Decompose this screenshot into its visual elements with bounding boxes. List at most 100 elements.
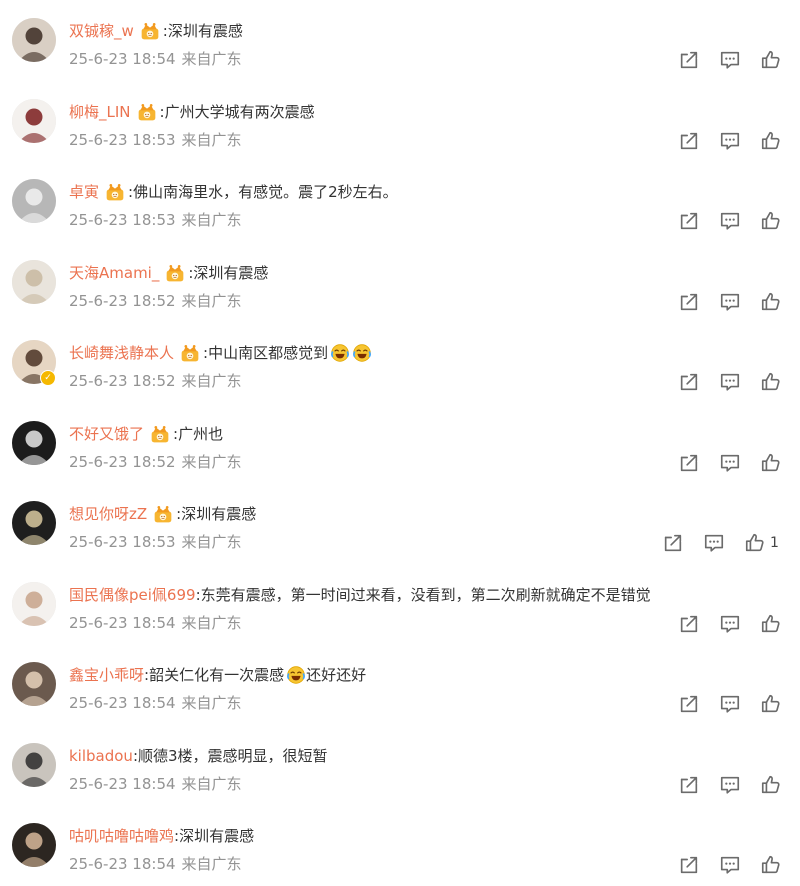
thumbs-up-icon[interactable] [760,291,782,313]
comment-icon[interactable] [719,291,741,313]
like-count: 1 [770,535,779,551]
location-source: 来自广东 [181,452,242,471]
user-avatar[interactable] [12,420,56,465]
share-icon[interactable] [678,130,700,152]
user-avatar[interactable] [12,742,56,787]
comment-icon[interactable] [719,452,741,474]
laugh-cry-emoji [352,343,372,363]
comment-meta: 25-6-23 18:52 来自广东 [69,371,242,391]
share-icon[interactable] [678,210,700,232]
share-icon[interactable] [662,532,684,554]
location-source: 来自广东 [181,50,242,68]
comment-text-continued: 还好还好 [306,666,367,684]
user-avatar[interactable] [12,259,56,304]
timestamp: 25-6-23 18:54 [69,855,176,873]
thumbs-up-icon[interactable] [760,693,782,715]
username-link[interactable]: 想见你呀zZ [69,503,147,525]
username-link[interactable]: 柳梅_LIN [69,101,131,123]
comment-icon[interactable] [719,49,741,71]
username-link[interactable]: 不好又饿了 [69,423,144,445]
timestamp: 25-6-23 18:53 [69,130,176,149]
user-avatar[interactable] [12,662,56,706]
user-avatar[interactable] [12,98,56,143]
location-source: 来自广东 [181,855,242,873]
vip-crown-icon [180,343,200,363]
username-link[interactable]: 国民偶像pei佩699 [69,584,196,606]
timestamp: 25-6-23 18:53 [69,211,176,229]
laugh-cry-emoji [330,343,350,363]
vip-crown-icon [105,182,125,202]
thumbs-up-icon[interactable] [760,210,782,232]
comment-icon[interactable] [719,774,741,796]
share-icon[interactable] [678,291,700,313]
comment-item: 想见你呀zZ:深圳有震感 25-6-23 18:53 来自广东 1 [0,483,800,563]
comment-item: 咕叽咕噜咕噜鸡:深圳有震感 25-6-23 18:54 来自广东 [0,805,800,885]
timestamp: 25-6-23 18:52 [69,452,176,471]
username-link[interactable]: 双铖稼_w [69,20,134,42]
comment-body: 不好又饿了:广州也 [69,423,223,445]
username-link[interactable]: 咕叽咕噜咕噜鸡 [69,825,174,847]
share-icon[interactable] [678,854,700,876]
comment-icon[interactable] [719,854,741,876]
username-link[interactable]: 长崎舞浅静本人 [69,342,174,364]
comment-meta: 25-6-23 18:52 来自广东 [69,291,242,311]
comment-actions [678,693,800,715]
username-link[interactable]: 鑫宝小乖呀 [69,664,144,686]
comment-actions [678,371,800,393]
share-icon[interactable] [678,613,700,635]
user-avatar[interactable] [12,581,56,626]
verified-badge-icon: ✓ [40,370,56,386]
comment-meta: 25-6-23 18:54 来自广东 [69,49,242,69]
share-icon[interactable] [678,774,700,796]
thumbs-up-icon[interactable] [760,854,782,876]
username-link[interactable]: kilbadou [69,745,133,767]
vip-crown-icon [165,263,185,283]
comment-icon[interactable] [719,130,741,152]
timestamp: 25-6-23 18:54 [69,613,176,632]
comment-meta: 25-6-23 18:54 来自广东 [69,854,242,874]
comment-icon[interactable] [719,613,741,635]
timestamp: 25-6-23 18:54 [69,694,176,712]
comment-item: 柳梅_LIN :广州大学城有两次震感 25-6-23 18:53 来自广东 [0,81,800,161]
comment-icon[interactable] [719,693,741,715]
user-avatar[interactable] [12,501,56,545]
share-icon[interactable] [678,452,700,474]
share-icon[interactable] [678,49,700,71]
user-avatar[interactable] [12,823,56,867]
thumbs-up-icon[interactable] [760,130,782,152]
laugh-cry-emoji [286,665,306,685]
comment-icon[interactable] [703,532,725,554]
share-icon[interactable] [678,693,700,715]
thumbs-up-icon[interactable] [760,613,782,635]
comment-meta: 25-6-23 18:52 来自广东 [69,452,242,472]
comment-text: :中山南区都感觉到 [203,344,329,362]
share-icon[interactable] [678,371,700,393]
location-source: 来自广东 [181,291,242,310]
comment-body: 双铖稼_w:深圳有震感 [69,20,243,42]
thumbs-up-icon[interactable] [760,371,782,393]
comment-item: 鑫宝小乖呀:韶关仁化有一次震感 还好还好 25-6-23 18:54 来自广东 [0,644,800,724]
comment-text: :深圳有震感 [188,263,269,282]
comment-actions [678,613,800,635]
timestamp: 25-6-23 18:54 [69,50,176,68]
username-link[interactable]: 天海Amami_ [69,262,159,284]
comment-item: 国民偶像pei佩699:东莞有震感，第一时间过来看，没看到，第二次刷新就确定不是… [0,564,800,644]
user-avatar[interactable] [12,18,56,62]
location-source: 来自广东 [181,211,242,229]
thumbs-up-icon[interactable] [744,532,766,554]
comment-body: kilbadou:顺德3楼，震感明显，很短暂 [69,745,328,767]
comment-icon[interactable] [719,371,741,393]
comment-actions [678,452,800,474]
user-avatar[interactable] [12,179,56,223]
comment-text: :广州大学城有两次震感 [159,102,315,121]
thumbs-up-icon[interactable] [760,774,782,796]
location-source: 来自广东 [181,130,242,149]
thumbs-up-icon[interactable] [760,49,782,71]
username-link[interactable]: 卓寅 [69,181,99,203]
comment-text: :东莞有震感，第一时间过来看，没看到，第二次刷新就确定不是错觉 [195,585,651,604]
thumbs-up-icon[interactable] [760,452,782,474]
vip-crown-icon [137,102,157,122]
comment-actions [678,130,800,152]
comment-body: 长崎舞浅静本人 :中山南区都感觉到 [69,342,372,364]
comment-icon[interactable] [719,210,741,232]
